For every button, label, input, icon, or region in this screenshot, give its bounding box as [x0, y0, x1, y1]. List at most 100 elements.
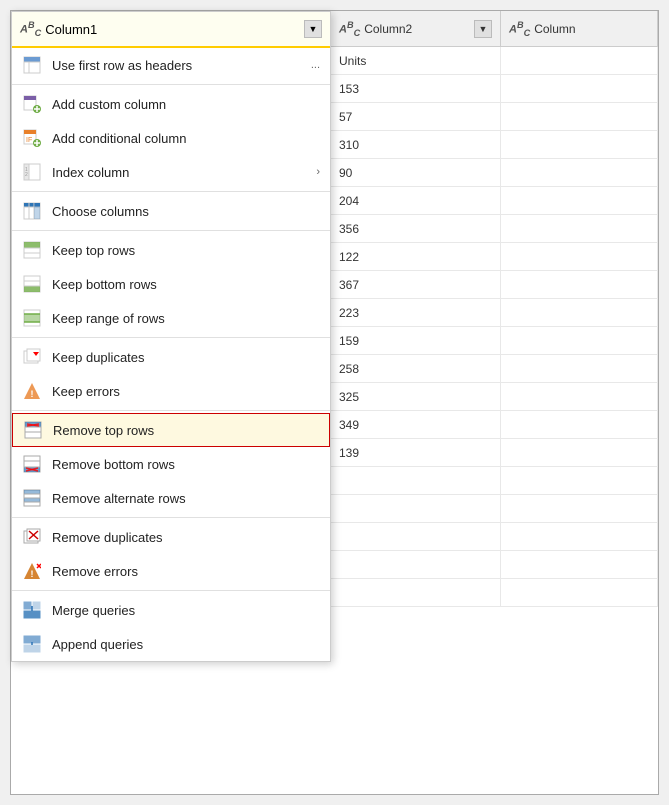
table-cell-r0-c1: Units [331, 47, 501, 74]
keep-errors-icon: ! [22, 381, 42, 401]
menu-item-use-first-row[interactable]: Use first row as headers... [12, 48, 330, 82]
index-column-label: Index column [52, 165, 306, 180]
keep-bottom-rows-icon [22, 274, 42, 294]
merge-queries-label: Merge queries [52, 603, 320, 618]
keep-duplicates-icon [22, 347, 42, 367]
menu-item-append-queries[interactable]: Append queries [12, 627, 330, 661]
table-cell-r4-c2 [501, 159, 658, 186]
use-first-row-icon [22, 55, 42, 75]
use-first-row-ellipsis: ... [311, 59, 320, 71]
menu-header-type-icon: ABC [20, 20, 41, 38]
col2-dropdown-button[interactable]: ▼ [474, 20, 492, 38]
separator-18 [12, 517, 330, 518]
table-cell-r3-c1: 310 [331, 131, 501, 158]
add-conditional-column-label: Add conditional column [52, 131, 320, 146]
menu-item-keep-errors[interactable]: ! Keep errors [12, 374, 330, 408]
table-cell-r10-c1: 159 [331, 327, 501, 354]
table-cell-r12-c1: 325 [331, 383, 501, 410]
table-cell-r11-c1: 258 [331, 355, 501, 382]
table-cell-r15-c1 [331, 467, 501, 494]
table-cell-r14-c1: 139 [331, 439, 501, 466]
menu-item-remove-duplicates[interactable]: Remove duplicates [12, 520, 330, 554]
table-cell-r2-c1: 57 [331, 103, 501, 130]
keep-bottom-rows-label: Keep bottom rows [52, 277, 320, 292]
table-cell-r1-c1: 153 [331, 75, 501, 102]
table-cell-r4-c1: 90 [331, 159, 501, 186]
main-container: ABC Column1 ▼ ABC Column2 ▼ ABC Column C… [10, 10, 659, 795]
table-cell-r11-c2 [501, 355, 658, 382]
append-queries-label: Append queries [52, 637, 320, 652]
separator-7 [12, 230, 330, 231]
add-custom-column-icon [22, 94, 42, 114]
menu-header-dropdown[interactable]: ▼ [304, 20, 322, 38]
keep-duplicates-label: Keep duplicates [52, 350, 320, 365]
use-first-row-label: Use first row as headers [52, 58, 301, 73]
table-cell-r3-c2 [501, 131, 658, 158]
table-cell-r7-c1: 122 [331, 243, 501, 270]
table-cell-r13-c1: 349 [331, 411, 501, 438]
menu-item-keep-top-rows[interactable]: Keep top rows [12, 233, 330, 267]
menu-item-index-column[interactable]: 1 2 Index column› [12, 155, 330, 189]
remove-top-rows-icon [23, 420, 43, 440]
choose-columns-icon [22, 201, 42, 221]
menu-item-choose-columns[interactable]: Choose columns [12, 194, 330, 228]
table-cell-r17-c1 [331, 523, 501, 550]
table-cell-r16-c1 [331, 495, 501, 522]
table-cell-r19-c1 [331, 579, 501, 606]
append-queries-icon [22, 634, 42, 654]
table-cell-r6-c2 [501, 215, 658, 242]
table-cell-r14-c2 [501, 439, 658, 466]
remove-bottom-rows-icon [22, 454, 42, 474]
keep-top-rows-label: Keep top rows [52, 243, 320, 258]
menu-header-label: Column1 [45, 22, 300, 37]
keep-errors-label: Keep errors [52, 384, 320, 399]
merge-queries-icon [22, 600, 42, 620]
remove-top-rows-label: Remove top rows [53, 423, 319, 438]
table-cell-r10-c2 [501, 327, 658, 354]
menu-item-add-conditional-column[interactable]: IF Add conditional column [12, 121, 330, 155]
menu-item-add-custom-column[interactable]: Add custom column [12, 87, 330, 121]
table-cell-r18-c1 [331, 551, 501, 578]
menu-items-container: Use first row as headers... Add custom c… [12, 48, 330, 661]
svg-text:2: 2 [25, 172, 28, 178]
table-cell-r16-c2 [501, 495, 658, 522]
choose-columns-label: Choose columns [52, 204, 320, 219]
table-cell-r19-c2 [501, 579, 658, 606]
menu-item-keep-bottom-rows[interactable]: Keep bottom rows [12, 267, 330, 301]
menu-item-remove-bottom-rows[interactable]: Remove bottom rows [12, 447, 330, 481]
menu-item-remove-top-rows[interactable]: Remove top rows [12, 413, 330, 447]
table-cell-r17-c2 [501, 523, 658, 550]
col3-header[interactable]: ABC Column [501, 11, 658, 46]
svg-text:IF: IF [26, 137, 32, 144]
table-cell-r12-c2 [501, 383, 658, 410]
svg-text:!: ! [31, 569, 34, 579]
table-cell-r7-c2 [501, 243, 658, 270]
col2-header[interactable]: ABC Column2 ▼ [331, 11, 501, 46]
menu-item-keep-duplicates[interactable]: Keep duplicates [12, 340, 330, 374]
col3-label: Column [534, 22, 649, 36]
col2-type-icon: ABC [339, 20, 360, 38]
separator-11 [12, 337, 330, 338]
separator-5 [12, 191, 330, 192]
menu-item-merge-queries[interactable]: Merge queries [12, 593, 330, 627]
menu-item-remove-alternate-rows[interactable]: Remove alternate rows [12, 481, 330, 515]
table-cell-r9-c2 [501, 299, 658, 326]
table-cell-r8-c2 [501, 271, 658, 298]
remove-bottom-rows-label: Remove bottom rows [52, 457, 320, 472]
table-cell-r0-c2 [501, 47, 658, 74]
table-cell-r6-c1: 356 [331, 215, 501, 242]
keep-range-of-rows-label: Keep range of rows [52, 311, 320, 326]
menu-header: ABC Column1 ▼ [12, 12, 330, 48]
remove-alternate-rows-label: Remove alternate rows [52, 491, 320, 506]
menu-item-keep-range-of-rows[interactable]: Keep range of rows [12, 301, 330, 335]
table-cell-r1-c2 [501, 75, 658, 102]
table-cell-r18-c2 [501, 551, 658, 578]
remove-errors-icon: ! [22, 561, 42, 581]
remove-alternate-rows-icon [22, 488, 42, 508]
col2-label: Column2 [364, 22, 470, 36]
keep-range-of-rows-icon [22, 308, 42, 328]
remove-duplicates-icon [22, 527, 42, 547]
index-column-arrow: › [316, 166, 320, 178]
separator-21 [12, 590, 330, 591]
menu-item-remove-errors[interactable]: ! Remove errors [12, 554, 330, 588]
